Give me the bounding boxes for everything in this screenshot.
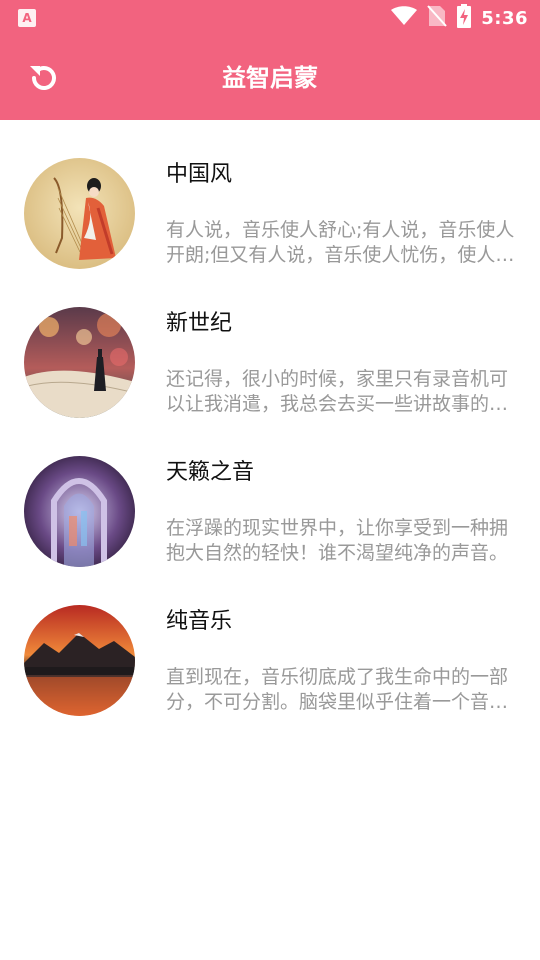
list-item[interactable]: 中国风 有人说，音乐使人舒心;有人说，音乐使人开朗;但又有人说，音乐使人忧伤，使…	[0, 120, 540, 269]
page-title: 益智启蒙	[222, 64, 318, 92]
item-description: 有人说，音乐使人舒心;有人说，音乐使人开朗;但又有人说，音乐使人忧伤，使人烦恼。	[166, 219, 515, 266]
list-item[interactable]: 新世纪 还记得，很小的时候，家里只有录音机可以让我消遣，我总会去买一些讲故事的磁…	[0, 269, 540, 418]
thumbnail-image	[24, 158, 135, 269]
item-title: 天籁之音	[166, 460, 255, 485]
app-notification-icon: A	[18, 9, 36, 27]
thumbnail-image	[24, 605, 135, 716]
category-list: 中国风 有人说，音乐使人舒心;有人说，音乐使人开朗;但又有人说，音乐使人忧伤，使…	[0, 120, 540, 716]
status-bar: A 5:36	[0, 0, 540, 36]
item-title: 中国风	[166, 162, 233, 187]
item-description: 直到现在，音乐彻底成了我生命中的一部分，不可分割。脑袋里似乎住着一个音符。	[166, 666, 509, 713]
thumbnail-image	[24, 456, 135, 567]
item-title: 新世纪	[166, 311, 233, 336]
status-time: 5:36	[481, 7, 528, 29]
item-description: 在浮躁的现实世界中，让你享受到一种拥抱大自然的轻快！谁不渴望纯净的声音。	[166, 517, 509, 564]
thumbnail-image	[24, 307, 135, 418]
list-item[interactable]: 天籁之音 在浮躁的现实世界中，让你享受到一种拥抱大自然的轻快！谁不渴望纯净的声音…	[0, 418, 540, 567]
battery-charging-icon	[457, 4, 472, 32]
list-item[interactable]: 纯音乐 直到现在，音乐彻底成了我生命中的一部分，不可分割。脑袋里似乎住着一个音符…	[0, 567, 540, 716]
item-description: 还记得，很小的时候，家里只有录音机可以让我消遣，我总会去买一些讲故事的磁带。	[166, 368, 509, 415]
status-icons: 5:36	[391, 4, 528, 32]
svg-text:A: A	[22, 11, 32, 25]
app-bar: 益智启蒙	[0, 36, 540, 120]
wifi-icon	[391, 6, 418, 30]
no-sim-icon	[427, 5, 447, 31]
item-title: 纯音乐	[166, 609, 233, 634]
